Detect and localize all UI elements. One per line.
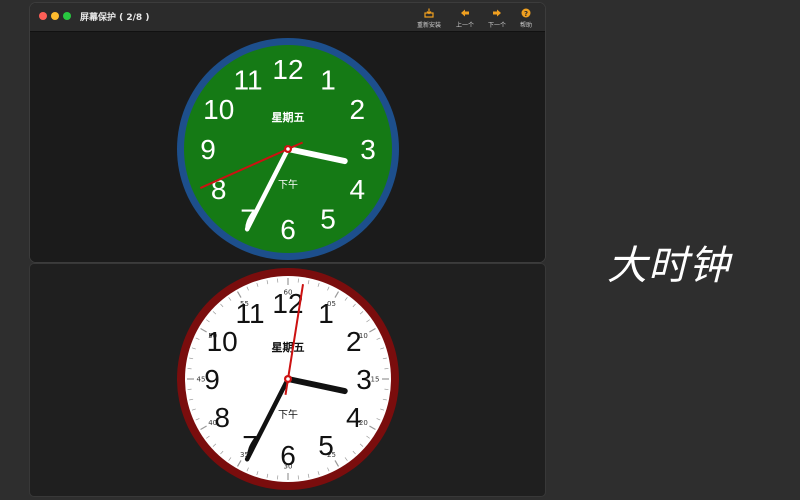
hour-numeral: 4 — [346, 402, 362, 433]
hour-numeral: 9 — [204, 364, 220, 395]
hour-numeral: 11 — [235, 298, 264, 329]
app-window: 屏幕保护 ( 2/8 ) 重新安装 上一个 下一个 ? 帮助 12 1 2 3 … — [30, 3, 545, 262]
preview-area-secondary: 60 05 10 15 20 25 30 35 40 45 50 55 12 1 2 3 4 5 6 7 8 9 10 11 星… — [30, 264, 545, 496]
question-icon: ? — [521, 8, 531, 18]
hour-numeral: 1 — [320, 65, 336, 96]
caption-text: 大时钟 — [607, 243, 730, 289]
zoom-window-button[interactable] — [63, 12, 71, 20]
weekday-label: 星期五 — [272, 340, 305, 354]
hour-numeral: 3 — [356, 364, 372, 395]
hour-numeral: 3 — [360, 134, 376, 165]
reinstall-label: 重新安装 — [416, 22, 441, 29]
previous-label: 上一个 — [455, 22, 474, 29]
ampm-label: 下午 — [278, 178, 298, 191]
previous-button[interactable]: 上一个 — [450, 8, 480, 29]
center-dot — [286, 377, 290, 381]
hour-numeral: 10 — [207, 326, 238, 357]
next-button[interactable]: 下一个 — [482, 8, 512, 29]
reinstall-button[interactable]: 重新安装 — [414, 8, 444, 29]
install-icon — [424, 8, 434, 18]
window-title: 屏幕保护 ( 2/8 ) — [80, 13, 150, 23]
analog-clock-white: 600510152025303540455055 12 1234567891011星… — [177, 268, 399, 490]
arrow-left-icon — [461, 9, 469, 17]
hour-numeral: 11 — [233, 65, 262, 96]
hour-numeral: 9 — [200, 134, 216, 165]
hour-numeral: 2 — [349, 94, 365, 125]
hour-numeral: 1 — [318, 298, 334, 329]
arrow-right-icon — [493, 9, 501, 17]
hour-numeral: 2 — [346, 326, 362, 357]
weekday-label: 星期五 — [272, 110, 305, 124]
help-button[interactable]: ? 帮助 — [511, 8, 541, 29]
minute-label: 15 — [371, 376, 380, 384]
minimize-window-button[interactable] — [51, 12, 59, 20]
title-bar: 屏幕保护 ( 2/8 ) 重新安装 上一个 下一个 ? 帮助 — [30, 3, 545, 32]
hour-numeral: 12 — [272, 54, 303, 85]
hour-numeral: 6 — [280, 214, 296, 245]
hour-numeral: 8 — [214, 402, 230, 433]
hour-numeral: 5 — [318, 430, 334, 461]
analog-clock-green: 12 1234567891011星期五下午 — [177, 38, 399, 260]
ampm-label: 下午 — [278, 408, 298, 421]
svg-text:?: ? — [524, 10, 528, 18]
center-dot — [286, 147, 290, 151]
close-window-button[interactable] — [39, 12, 47, 20]
hour-numeral: 8 — [211, 174, 227, 205]
next-label: 下一个 — [487, 22, 506, 29]
help-label: 帮助 — [519, 22, 532, 29]
hour-numeral: 5 — [320, 203, 336, 234]
preview-area: 12 1 2 3 4 5 6 7 8 9 10 11 星期五 下午 — [30, 32, 545, 262]
hour-numeral: 6 — [280, 440, 296, 471]
hour-numeral: 10 — [203, 94, 234, 125]
hour-numeral: 4 — [349, 174, 365, 205]
